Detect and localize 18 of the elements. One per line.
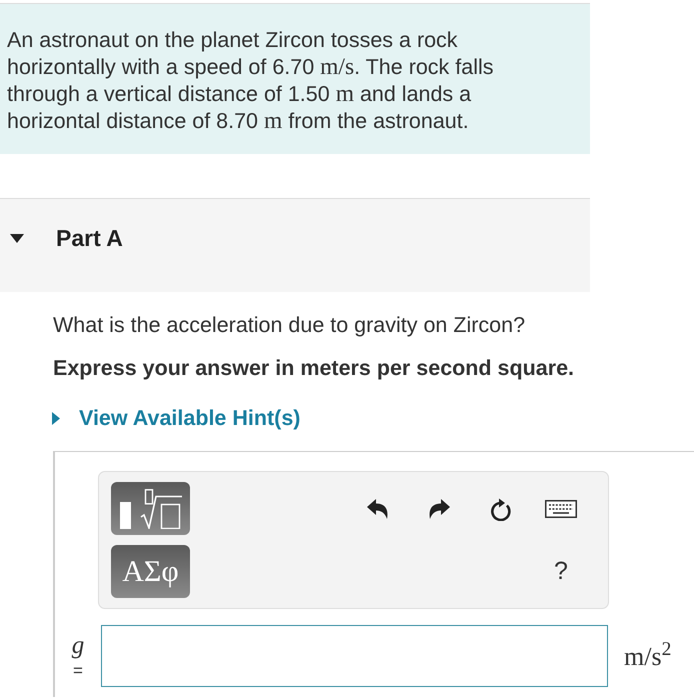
keyboard-icon bbox=[545, 500, 577, 518]
unit-label: m/s$^{2}$ bbox=[624, 638, 672, 672]
undo-icon bbox=[366, 498, 390, 520]
template-button[interactable] bbox=[111, 482, 190, 535]
part-header[interactable]: Part A bbox=[0, 198, 590, 292]
greek-letters-button[interactable]: ΑΣφ bbox=[111, 545, 190, 598]
root-template-icon bbox=[120, 488, 182, 528]
problem-statement: An astronaut on the planet Zircon tosses a rock horizontally with a speed of 6.70 m/s. The rock falls through a vertical distance of 1.50 m and lands a horizontal distance of 8.70 m from the astronaut. bbox=[7, 27, 495, 135]
equals-sign: = bbox=[73, 662, 83, 680]
part-title: Part A bbox=[56, 224, 123, 253]
question-text: What is the acceleration due to gravity on Zircon? bbox=[53, 312, 526, 338]
instruction-text: Express your answer in meters per second square. bbox=[53, 355, 575, 381]
hint-link[interactable]: View Available Hint(s) bbox=[52, 405, 300, 431]
variable-label: g bbox=[72, 632, 84, 659]
help-button[interactable]: ? bbox=[539, 554, 583, 590]
reset-icon bbox=[489, 496, 511, 520]
answer-field[interactable] bbox=[101, 625, 608, 687]
redo-icon bbox=[427, 498, 451, 520]
